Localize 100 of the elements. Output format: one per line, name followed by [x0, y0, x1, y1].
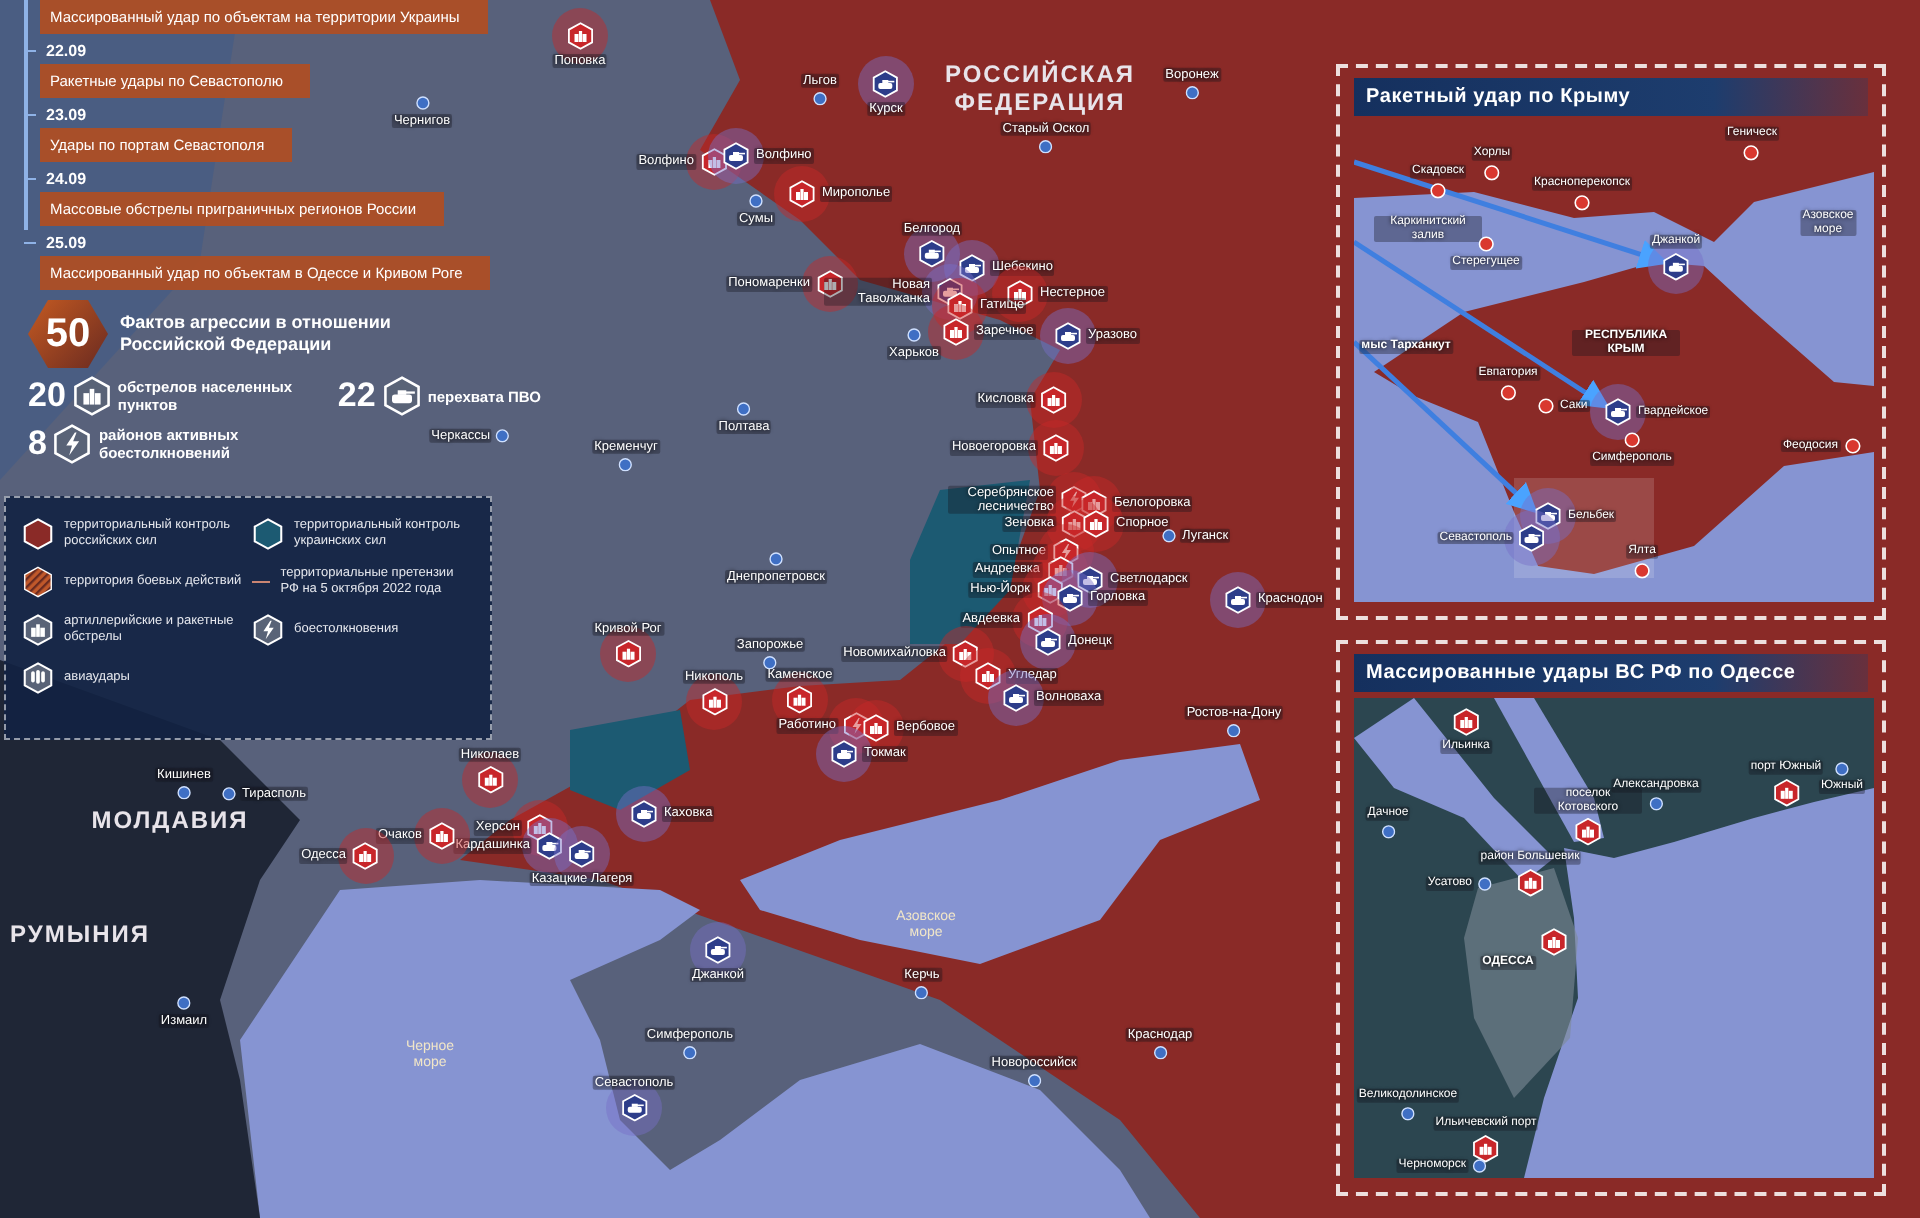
hexagon-icon	[1060, 510, 1088, 538]
hexagon-icon	[1034, 628, 1062, 656]
city-dot-icon	[1401, 1106, 1415, 1120]
city-dot-icon	[1027, 1074, 1041, 1088]
timeline-date: 24.09	[46, 170, 87, 188]
hexagon-icon	[568, 840, 596, 868]
city-dot-icon	[496, 429, 510, 443]
timeline-date: 23.09	[46, 106, 87, 124]
hexagon-icon	[1662, 252, 1690, 280]
hexagon-icon	[704, 936, 732, 964]
hexagon-icon	[700, 148, 728, 176]
hexagon-icon	[1040, 386, 1068, 414]
hexagon-icon	[952, 640, 980, 668]
hexagon-icon	[1026, 606, 1054, 634]
city-dot-icon	[749, 194, 763, 208]
city-dot-icon	[769, 552, 783, 566]
line-icon	[252, 578, 271, 586]
hexagon-icon	[958, 254, 986, 282]
map-pin-icon	[1844, 438, 1860, 454]
hexagon-icon	[722, 142, 750, 170]
hexagon-icon	[1452, 708, 1480, 736]
hexagon-icon	[786, 686, 814, 714]
city-dot-icon	[1649, 796, 1663, 810]
city-dot-icon	[1478, 877, 1492, 891]
city-dot-icon	[1835, 762, 1849, 776]
hexagon-icon	[428, 822, 456, 850]
hexagon-icon	[872, 70, 900, 98]
hexagon-icon	[1472, 1134, 1500, 1162]
striped-hexagon-icon	[22, 566, 54, 598]
city-dot-icon	[177, 786, 191, 800]
hexagon-icon	[252, 518, 284, 550]
city-dot-icon	[683, 1046, 697, 1060]
hexagon-icon	[1516, 868, 1544, 896]
hexagon-icon	[476, 766, 504, 794]
map-pin-icon	[1478, 236, 1494, 252]
stat-count: 22	[337, 376, 376, 416]
map-pin-icon	[1484, 164, 1500, 180]
city-dot-icon	[415, 96, 429, 110]
inset-title: Ракетный удар по Крыму	[1354, 78, 1868, 116]
map-pin-icon	[1430, 182, 1446, 198]
city-dot-icon	[1227, 724, 1241, 738]
hexagon-icon	[788, 180, 816, 208]
hexagon-icon	[862, 714, 890, 742]
hexagon-icon	[352, 842, 380, 870]
city-dot-icon	[1381, 824, 1395, 838]
hexagon-icon	[566, 22, 594, 50]
city-dot-icon	[177, 996, 191, 1010]
hexagon-icon	[1518, 524, 1546, 552]
hexagon-icon	[22, 518, 54, 550]
hexagon-icon	[1042, 434, 1070, 462]
summary-text: Фактов агрессии в отношении Российской Федерации	[120, 311, 393, 357]
country-label: РУМЫНИЯ	[10, 922, 150, 950]
hexagon-icon	[1002, 684, 1030, 712]
hexagon-icon	[918, 240, 946, 268]
city-dot-icon	[763, 656, 777, 670]
hexagon-icon	[1604, 398, 1632, 426]
hexagon-icon	[1056, 584, 1084, 612]
hexagon-icon	[620, 1094, 648, 1122]
hexagon-icon	[1054, 322, 1082, 350]
hexagon-icon	[71, 376, 112, 416]
hexagon-icon	[1534, 502, 1562, 530]
hexagon-icon	[942, 318, 970, 346]
hexagon-icon	[1574, 818, 1602, 846]
hexagon-icon	[52, 424, 93, 464]
map-pin-icon	[1500, 384, 1516, 400]
hexagon-icon	[22, 662, 54, 694]
city-dot-icon	[222, 787, 236, 801]
city-dot-icon	[1472, 1159, 1486, 1173]
stat-count: 20	[28, 376, 66, 416]
map-pin-icon	[1538, 398, 1554, 414]
city-dot-icon	[619, 458, 633, 472]
city-dot-icon	[907, 328, 921, 342]
city-dot-icon	[1162, 529, 1176, 543]
city-dot-icon	[737, 402, 751, 416]
hexagon-icon	[22, 614, 54, 646]
city-dot-icon	[1039, 140, 1053, 154]
hexagon-icon	[830, 740, 858, 768]
hexagon-icon	[1082, 510, 1110, 538]
stat-count: 8	[28, 424, 47, 464]
city-dot-icon	[1185, 86, 1199, 100]
hexagon-icon	[630, 800, 658, 828]
city-dot-icon	[813, 92, 827, 106]
hexagon-icon	[1772, 778, 1800, 806]
city-dot-icon	[915, 986, 929, 1000]
timeline-date: 22.09	[46, 42, 87, 60]
map-pin-icon	[1634, 562, 1650, 578]
city-dot-icon	[1153, 1046, 1167, 1060]
map-pin-icon	[1574, 194, 1590, 210]
hexagon-icon	[700, 688, 728, 716]
hexagon-icon	[816, 270, 844, 298]
map-pin-icon	[1624, 432, 1640, 448]
inset-title: Массированные удары ВС РФ по Одессе	[1354, 654, 1868, 692]
hexagon-icon	[1076, 566, 1104, 594]
hexagon-icon	[614, 640, 642, 668]
timeline-date: 25.09	[46, 234, 87, 252]
hexagon-icon	[946, 292, 974, 320]
country-label: МОЛДАВИЯ	[91, 808, 249, 836]
hexagon-icon	[381, 376, 422, 416]
hexagon-icon	[252, 614, 284, 646]
hexagon-icon	[1540, 928, 1568, 956]
